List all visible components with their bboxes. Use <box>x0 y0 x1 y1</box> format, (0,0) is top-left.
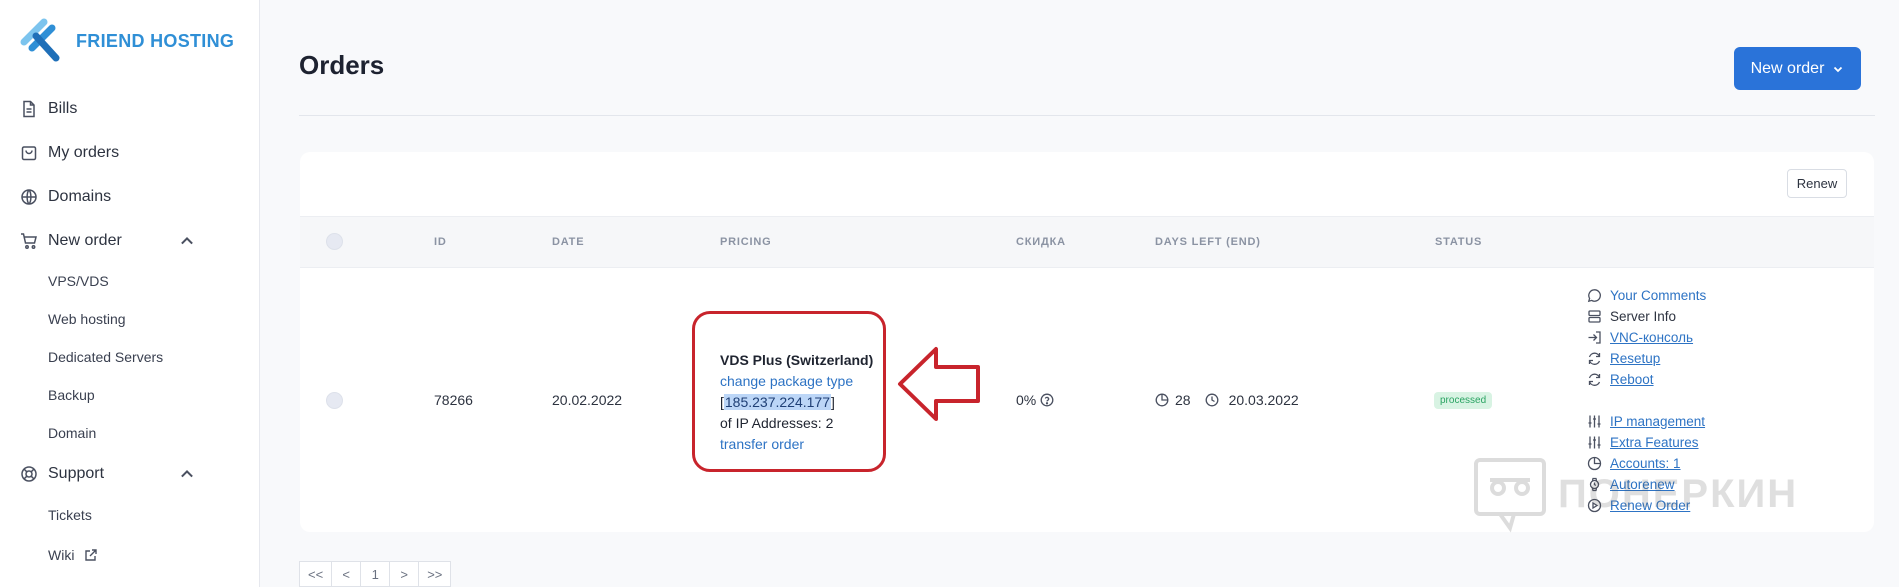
refresh-icon <box>1588 373 1601 386</box>
sidebar-item-label: Bills <box>48 100 78 117</box>
discount-cell: 0% <box>1016 392 1054 408</box>
renew-button[interactable]: Renew <box>1787 169 1847 198</box>
sidebar-item-label: My orders <box>48 144 120 161</box>
watermark-logo-icon <box>1474 458 1546 533</box>
new-order-label: New order <box>1750 59 1825 77</box>
action-vnc-console[interactable]: VNC-консоль <box>1587 328 1693 346</box>
action-ip-management[interactable]: IP management <box>1587 412 1705 430</box>
column-header-pricing: PRICING <box>720 236 772 248</box>
column-header-discount: СКИДКА <box>1016 236 1066 248</box>
login-arrow-icon <box>1588 330 1601 344</box>
column-header-days-left: DAYS LEFT (END) <box>1155 236 1261 248</box>
discount-value: 0% <box>1016 392 1037 408</box>
action-extra-features[interactable]: Extra Features <box>1587 433 1699 451</box>
sidebar-item-label: New order <box>48 232 122 249</box>
sidebar-subitem-wiki[interactable]: Wiki <box>48 547 98 563</box>
title-divider <box>299 115 1875 116</box>
external-link-icon <box>85 549 98 561</box>
clock-icon <box>1205 393 1219 407</box>
sidebar-subitem-backup[interactable]: Backup <box>48 387 95 403</box>
sidebar-subitem-tickets[interactable]: Tickets <box>48 507 92 523</box>
watermark: ПОНЕРКИН <box>1470 454 1798 534</box>
status-badge: processed <box>1434 392 1493 409</box>
annotation-arrow-icon <box>898 347 980 421</box>
action-server-info[interactable]: Server Info <box>1587 307 1676 325</box>
bag-icon <box>21 146 37 161</box>
sidebar: FRIEND HOSTING Bills My orders Domains N… <box>0 0 260 587</box>
pagination: << < 1 > >> <box>299 561 452 587</box>
row-checkbox[interactable] <box>326 392 343 409</box>
document-icon <box>23 100 35 118</box>
column-header-date: DATE <box>552 236 585 248</box>
end-date-value: 20.03.2022 <box>1228 392 1299 408</box>
sidebar-item-label: Domains <box>48 188 112 205</box>
sidebar-item-new-order[interactable]: New order <box>20 229 234 253</box>
chevron-up-icon[interactable] <box>178 232 196 250</box>
sidebar-item-domains[interactable]: Domains <box>20 185 111 209</box>
comment-icon <box>1587 288 1601 302</box>
sidebar-item-support[interactable]: Support <box>20 462 234 486</box>
new-order-button[interactable]: New order <box>1734 47 1861 90</box>
chevron-up-icon[interactable] <box>178 465 196 483</box>
pager-first[interactable]: << <box>299 561 333 587</box>
select-all-checkbox[interactable] <box>326 233 343 250</box>
column-header-status: STATUS <box>1435 236 1483 248</box>
globe-icon <box>21 189 37 205</box>
order-id: 78266 <box>434 392 473 408</box>
lifebuoy-icon <box>21 466 37 482</box>
annotation-highlight-box <box>692 311 886 472</box>
watermark-text: ПОНЕРКИН <box>1558 471 1799 516</box>
sidebar-item-label: Support <box>48 465 105 482</box>
pager-page-1[interactable]: 1 <box>360 561 391 587</box>
pager-last[interactable]: >> <box>418 561 452 587</box>
column-header-id: ID <box>434 236 447 248</box>
pager-prev[interactable]: < <box>331 561 362 587</box>
server-icon <box>1588 309 1601 323</box>
days-left-cell: 28 20.03.2022 <box>1155 392 1299 408</box>
sidebar-item-bills[interactable]: Bills <box>20 97 77 121</box>
days-left-value: 28 <box>1175 392 1191 408</box>
sidebar-subitem-domain[interactable]: Domain <box>48 425 96 441</box>
sidebar-subitem-web-hosting[interactable]: Web hosting <box>48 311 126 327</box>
wiki-label: Wiki <box>48 547 75 563</box>
sliders-icon <box>1588 436 1601 448</box>
sidebar-subitem-vps-vds[interactable]: VPS/VDS <box>48 273 109 289</box>
action-reboot[interactable]: Reboot <box>1587 370 1654 388</box>
brand-name: FRIEND HOSTING <box>76 30 235 51</box>
sidebar-item-my-orders[interactable]: My orders <box>20 141 119 165</box>
pager-next[interactable]: > <box>389 561 420 587</box>
action-resetup[interactable]: Resetup <box>1587 349 1660 367</box>
order-date: 20.02.2022 <box>552 392 623 408</box>
logo[interactable]: FRIEND HOSTING <box>20 16 234 66</box>
page-title: Orders <box>299 50 385 80</box>
help-circle-icon[interactable] <box>1040 393 1054 407</box>
cart-icon <box>21 233 37 249</box>
refresh-icon <box>1588 352 1601 365</box>
sliders-icon <box>1588 415 1601 427</box>
action-your-comments[interactable]: Your Comments <box>1587 286 1706 304</box>
brand-logo-icon <box>20 18 60 62</box>
pie-timer-icon <box>1155 393 1169 407</box>
chevron-down-icon <box>1834 66 1843 72</box>
sidebar-subitem-dedicated-servers[interactable]: Dedicated Servers <box>48 349 163 365</box>
table-header <box>300 216 1874 268</box>
